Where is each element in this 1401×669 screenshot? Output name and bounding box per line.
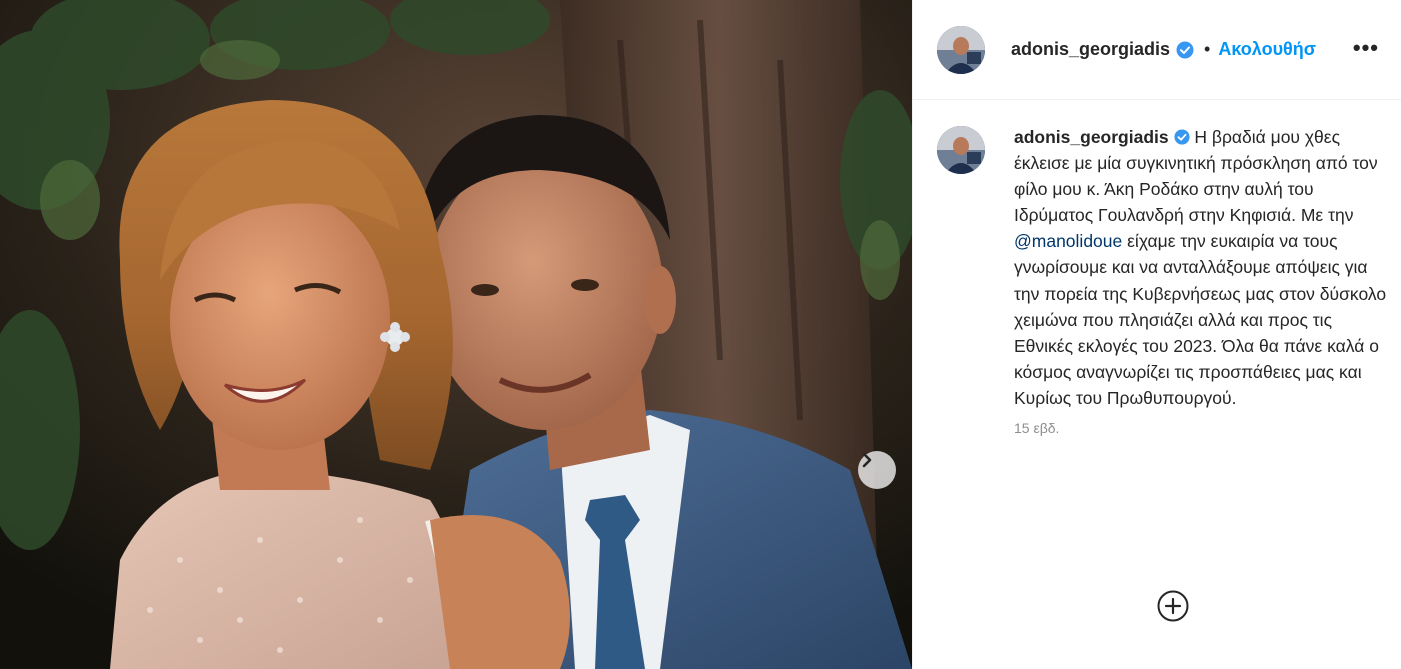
- couple-photo-illustration: [0, 0, 912, 669]
- verified-badge-icon: [1173, 129, 1190, 145]
- avatar[interactable]: [937, 25, 985, 74]
- header-separator: •: [1204, 39, 1211, 59]
- next-photo-button[interactable]: [858, 451, 896, 489]
- caption-avatar[interactable]: [937, 126, 985, 174]
- post-side-panel: adonis_georgiadis • Ακολουθήσ ••• adonis…: [912, 0, 1401, 669]
- caption-username[interactable]: adonis_georgiadis: [1014, 127, 1169, 147]
- caption: adonis_georgiadis Η βραδιά μου χθες έκλε…: [913, 100, 1401, 436]
- chevron-right-icon: [862, 452, 872, 468]
- caption-text: adonis_georgiadis Η βραδιά μου χθες έκλε…: [1014, 124, 1387, 411]
- plus-circle-icon[interactable]: [1156, 589, 1190, 623]
- profile-photo: [937, 25, 985, 74]
- verified-badge-icon: [1176, 41, 1194, 59]
- caption-text-part-2: είχαμε την ευκαιρία να τους γνωρίσουμε κ…: [1014, 231, 1387, 408]
- profile-photo: [937, 126, 985, 174]
- post-timestamp[interactable]: 15 εβδ.: [1014, 420, 1387, 436]
- post-header: adonis_georgiadis • Ακολουθήσ •••: [913, 0, 1401, 100]
- post-photo[interactable]: [0, 0, 912, 669]
- more-options-icon[interactable]: •••: [1353, 37, 1379, 59]
- header-username[interactable]: adonis_georgiadis: [1011, 39, 1170, 60]
- mention-link[interactable]: @manolidoue: [1014, 231, 1122, 251]
- instagram-post: adonis_georgiadis • Ακολουθήσ ••• adonis…: [0, 0, 1401, 669]
- follow-button[interactable]: Ακολουθήσ: [1218, 39, 1316, 60]
